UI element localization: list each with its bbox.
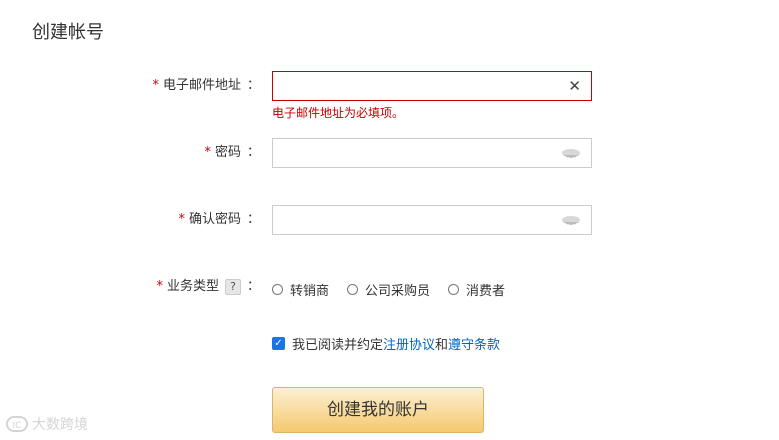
watermark-logo-icon: IC [6, 416, 28, 432]
required-mark: * [178, 212, 185, 227]
radio-company-buyer[interactable]: 公司采购员 [347, 280, 430, 299]
business-type-label: 业务类型 [166, 279, 219, 294]
agreement-checkbox[interactable]: ✓ [272, 337, 285, 350]
eye-icon[interactable] [561, 147, 581, 161]
confirm-password-field-container [272, 205, 592, 235]
watermark-text: 大数跨境 [32, 417, 88, 433]
radio-label: 消费者 [466, 284, 506, 299]
radio-button[interactable] [347, 284, 359, 295]
required-mark: * [152, 78, 159, 93]
radio-button[interactable] [448, 284, 460, 295]
create-account-button[interactable]: 创建我的账户 [272, 387, 484, 433]
password-field-container [272, 138, 592, 168]
agreement-row: ✓ 我已阅读并约定 注册协议和遵守条款 [272, 334, 500, 353]
email-label: 电子邮件地址 [162, 78, 241, 93]
email-field-container: ✕ [272, 71, 592, 101]
label-colon: ： [246, 78, 260, 93]
conditions-link[interactable]: 遵守条款 [448, 334, 500, 353]
required-mark: * [156, 279, 163, 294]
agreement-conj: 和 [435, 338, 449, 353]
terms-link[interactable]: 注册协议 [383, 334, 435, 353]
close-icon[interactable]: ✕ [568, 78, 581, 94]
confirm-password-label: 确认密码 [188, 212, 241, 227]
password-label: 密码 [214, 145, 241, 160]
radio-label: 转销商 [290, 284, 330, 299]
business-type-radio-group: 转销商 公司采购员 消费者 [272, 280, 523, 299]
email-field[interactable] [273, 72, 569, 100]
label-colon: ： [246, 212, 260, 227]
help-icon[interactable]: ? [224, 278, 241, 295]
radio-button[interactable] [272, 284, 283, 295]
watermark: IC 大数跨境 [6, 414, 88, 434]
radio-reseller[interactable]: 转销商 [272, 280, 329, 299]
business-type-label-row: * 业务类型? ： [0, 277, 260, 297]
email-error-message: 电子邮件地址为必填项。 [272, 106, 405, 120]
agreement-prefix: 我已阅读并约定 [292, 338, 384, 353]
radio-label: 公司采购员 [365, 284, 431, 299]
confirm-password-label-row: * 确认密码 ： [0, 210, 260, 230]
password-label-row: * 密码 ： [0, 143, 260, 163]
password-field[interactable] [273, 139, 569, 167]
page-title: 创建帐号 [32, 22, 104, 43]
radio-consumer[interactable]: 消费者 [448, 280, 505, 299]
label-colon: ： [246, 145, 260, 160]
confirm-password-field[interactable] [273, 206, 569, 234]
eye-icon[interactable] [561, 214, 581, 228]
required-mark: * [204, 145, 211, 160]
email-label-row: * 电子邮件地址 ： [0, 76, 260, 96]
label-colon: ： [246, 279, 260, 294]
